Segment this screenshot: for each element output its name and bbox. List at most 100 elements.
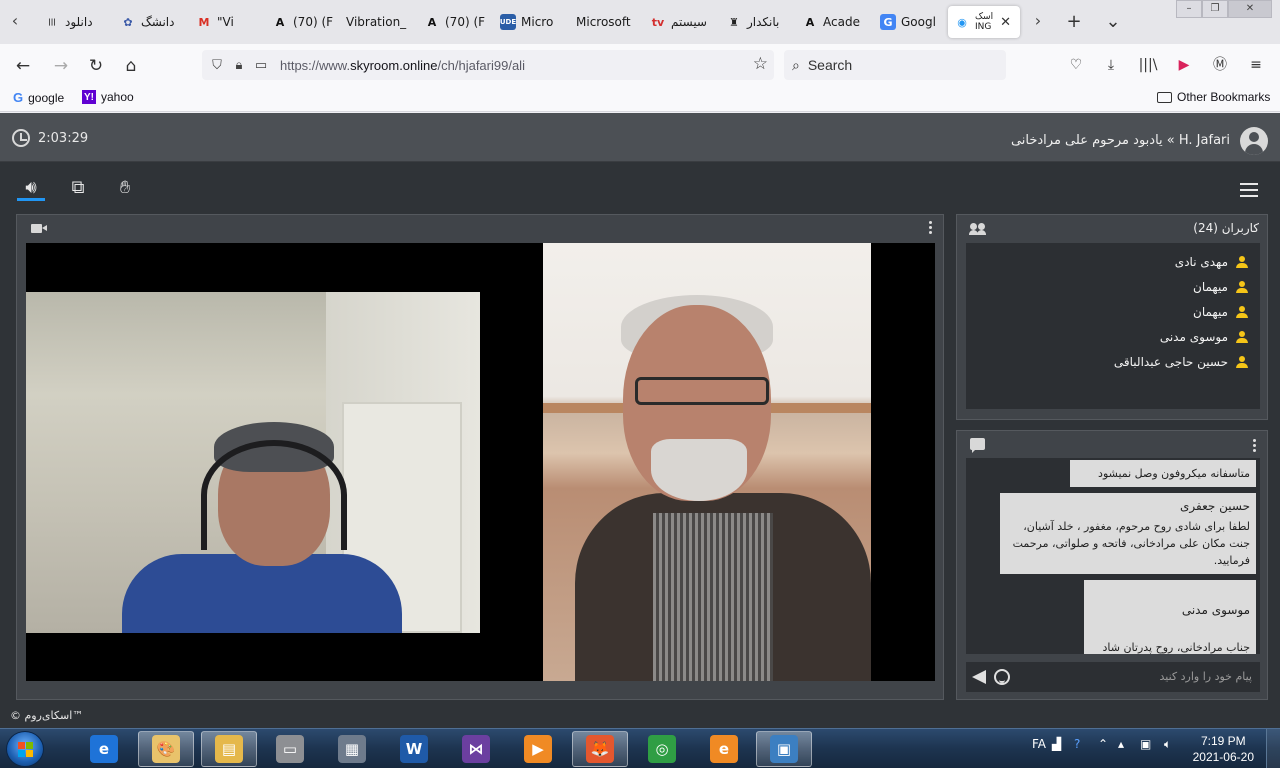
chat-panel-menu-icon[interactable] bbox=[1253, 439, 1257, 453]
taskbar-app-chrome[interactable]: ◎ bbox=[634, 731, 690, 767]
tab-label: دانلود bbox=[65, 15, 93, 29]
network-icon[interactable]: ▣ bbox=[1140, 737, 1151, 751]
tab[interactable]: A (70) (F bbox=[266, 6, 336, 38]
list-all-tabs-button[interactable]: ⌄ bbox=[1101, 10, 1125, 34]
user-list-item[interactable]: مهدی نادی bbox=[966, 249, 1260, 274]
video-stage bbox=[26, 243, 935, 681]
user-icon bbox=[1236, 280, 1248, 293]
downloads-icon[interactable]: ⤓ bbox=[1099, 54, 1123, 76]
account-icon[interactable]: Ⓜ bbox=[1208, 54, 1232, 76]
taskbar-app-file-explorer[interactable]: ▤ bbox=[201, 731, 257, 767]
system-clock[interactable]: 7:19 PM 2021-06-20 bbox=[1193, 733, 1254, 765]
help-tray-icon[interactable]: ? bbox=[1074, 737, 1080, 751]
window-close-button[interactable]: ✕ bbox=[1228, 0, 1272, 18]
tab-close-button[interactable]: ✕ bbox=[1000, 15, 1011, 30]
taskbar-app-edge[interactable]: e bbox=[696, 731, 752, 767]
minimize-button[interactable]: – bbox=[1176, 0, 1202, 18]
edge-icon: e bbox=[710, 735, 738, 763]
visual-studio-icon: ⋈ bbox=[462, 735, 490, 763]
tab-active[interactable]: ◉ اسک ING ✕ bbox=[948, 6, 1020, 38]
speaker-icon[interactable]: 🔊︎ bbox=[17, 175, 45, 201]
raise-hand-icon[interactable]: ✋︎ bbox=[111, 175, 139, 201]
tab-label: Acade bbox=[823, 15, 860, 29]
tab-label: بانکدار bbox=[747, 15, 780, 29]
bookmark-star-icon[interactable]: ☆ bbox=[753, 54, 768, 74]
back-button[interactable]: ← bbox=[10, 53, 36, 79]
media-player-icon: ▶ bbox=[524, 735, 552, 763]
tab-scroll-left-icon[interactable]: ‹ bbox=[4, 10, 26, 32]
forward-button[interactable]: → bbox=[48, 53, 74, 79]
user-name: حسین حاجی عبدالباقی bbox=[1113, 354, 1228, 369]
user-list-item[interactable]: میهمان bbox=[966, 274, 1260, 299]
chat-input-placeholder: پیام خود را وارد کنید bbox=[1159, 670, 1252, 683]
lock-icon[interactable]: 🔒︎ bbox=[228, 58, 250, 73]
extension-icon[interactable]: ▶ bbox=[1172, 54, 1196, 76]
new-tab-button[interactable]: + bbox=[1062, 10, 1086, 34]
video-feed-participant-2[interactable] bbox=[543, 243, 871, 681]
user-list-item[interactable]: حسین حاجی عبدالباقی bbox=[966, 349, 1260, 374]
taskbar-app-media-player[interactable]: ▶ bbox=[510, 731, 566, 767]
video-panel-menu-icon[interactable] bbox=[929, 221, 933, 235]
reload-button[interactable]: ↻ bbox=[83, 53, 109, 79]
tracking-shield-icon[interactable]: ⛉ bbox=[206, 58, 228, 73]
hamburger-menu-icon[interactable] bbox=[1240, 183, 1258, 197]
start-button[interactable] bbox=[6, 731, 44, 767]
chrome-icon: ◎ bbox=[648, 735, 676, 763]
pdf-tray-icon[interactable]: ▟ bbox=[1052, 737, 1061, 751]
taskbar-app-scanner[interactable]: ▭ bbox=[262, 731, 318, 767]
chat-input[interactable]: پیام خود را وارد کنید bbox=[966, 662, 1260, 692]
user-list-item[interactable]: میهمان bbox=[966, 299, 1260, 324]
search-placeholder: Search bbox=[807, 57, 853, 73]
language-indicator[interactable]: FA bbox=[1032, 737, 1046, 751]
bookmark-yahoo[interactable]: Y! yahoo bbox=[82, 90, 134, 104]
video-feed-participant-1[interactable] bbox=[26, 292, 480, 633]
users-list: مهدی نادی میهمان میهمان موسوی مدنی حسین حاجی… bbox=[966, 243, 1260, 409]
tab[interactable]: ||| دانلود bbox=[38, 6, 108, 38]
taskbar-app-word[interactable]: W bbox=[386, 731, 442, 767]
permissions-icon[interactable]: ▭ bbox=[250, 58, 272, 73]
send-icon[interactable] bbox=[972, 670, 986, 684]
home-button[interactable]: ⌂ bbox=[118, 53, 144, 79]
show-desktop-button[interactable] bbox=[1266, 729, 1280, 768]
tab[interactable]: tv سیستم bbox=[644, 6, 714, 38]
tab[interactable]: G Googl bbox=[874, 6, 942, 38]
gmail-icon: M bbox=[198, 15, 210, 29]
search-input[interactable]: ⌕ Search bbox=[784, 50, 1006, 80]
clock-icon bbox=[12, 129, 30, 147]
tab[interactable]: A Acade bbox=[796, 6, 866, 38]
tab[interactable]: ♜ بانکدار bbox=[720, 6, 790, 38]
tray-arrow-icon[interactable]: ▴ bbox=[1118, 737, 1124, 751]
pocket-icon[interactable]: ♡ bbox=[1064, 54, 1088, 76]
restore-button[interactable]: ❐ bbox=[1202, 0, 1228, 18]
chat-message: حسین جعفری لطفا برای شادی روح مرحوم، مغف… bbox=[1000, 493, 1256, 574]
tab[interactable]: A (70) (F bbox=[418, 6, 488, 38]
library-icon[interactable]: |||\ bbox=[1136, 54, 1160, 76]
tab[interactable]: M "Vi bbox=[190, 6, 260, 38]
tab[interactable]: ✿ دانشگ bbox=[114, 6, 184, 38]
media-player-toggle-icon[interactable]: ⧉ bbox=[64, 175, 92, 201]
bookmarks-bar: G google Y! yahoo Other Bookmarks bbox=[0, 86, 1280, 112]
taskbar-app-firefox[interactable]: 🦊 bbox=[572, 731, 628, 767]
taskbar-app-internet-explorer[interactable]: e bbox=[76, 731, 132, 767]
other-bookmarks[interactable]: Other Bookmarks bbox=[1157, 90, 1270, 104]
chat-message: متاسفانه میکروفون وصل نمیشود bbox=[1070, 460, 1256, 487]
tab[interactable]: Vibration_ bbox=[340, 6, 410, 38]
taskbar-app-visual-studio[interactable]: ⋈ bbox=[448, 731, 504, 767]
tab-scroll-right-icon[interactable]: › bbox=[1027, 10, 1049, 32]
user-list-item[interactable]: موسوی مدنی bbox=[966, 324, 1260, 349]
user-icon bbox=[1236, 305, 1248, 318]
chat-sender: حسین جعفری bbox=[1180, 499, 1250, 513]
taskbar-app-calculator[interactable]: ▦ bbox=[324, 731, 380, 767]
tab[interactable]: UDE Micro bbox=[494, 6, 564, 38]
tab[interactable]: Microsoft bbox=[570, 6, 640, 38]
emoji-icon[interactable] bbox=[994, 669, 1010, 685]
menu-icon[interactable]: ≡ bbox=[1244, 54, 1268, 76]
user-avatar-icon[interactable] bbox=[1240, 127, 1268, 155]
volume-icon[interactable]: 🔈︎ bbox=[1164, 737, 1171, 752]
bookmark-google[interactable]: G google bbox=[13, 90, 64, 105]
address-bar[interactable]: ⛉ 🔒︎ ▭ https://www.skyroom.online/ch/hja… bbox=[202, 50, 774, 80]
url-text[interactable]: https://www.skyroom.online/ch/hjafari99/… bbox=[280, 58, 525, 73]
taskbar-app-paint[interactable]: 🎨 bbox=[138, 731, 194, 767]
taskbar-app-remote-desktop[interactable]: ▣ bbox=[756, 731, 812, 767]
show-hidden-icons-icon[interactable]: ⌃ bbox=[1098, 737, 1108, 751]
